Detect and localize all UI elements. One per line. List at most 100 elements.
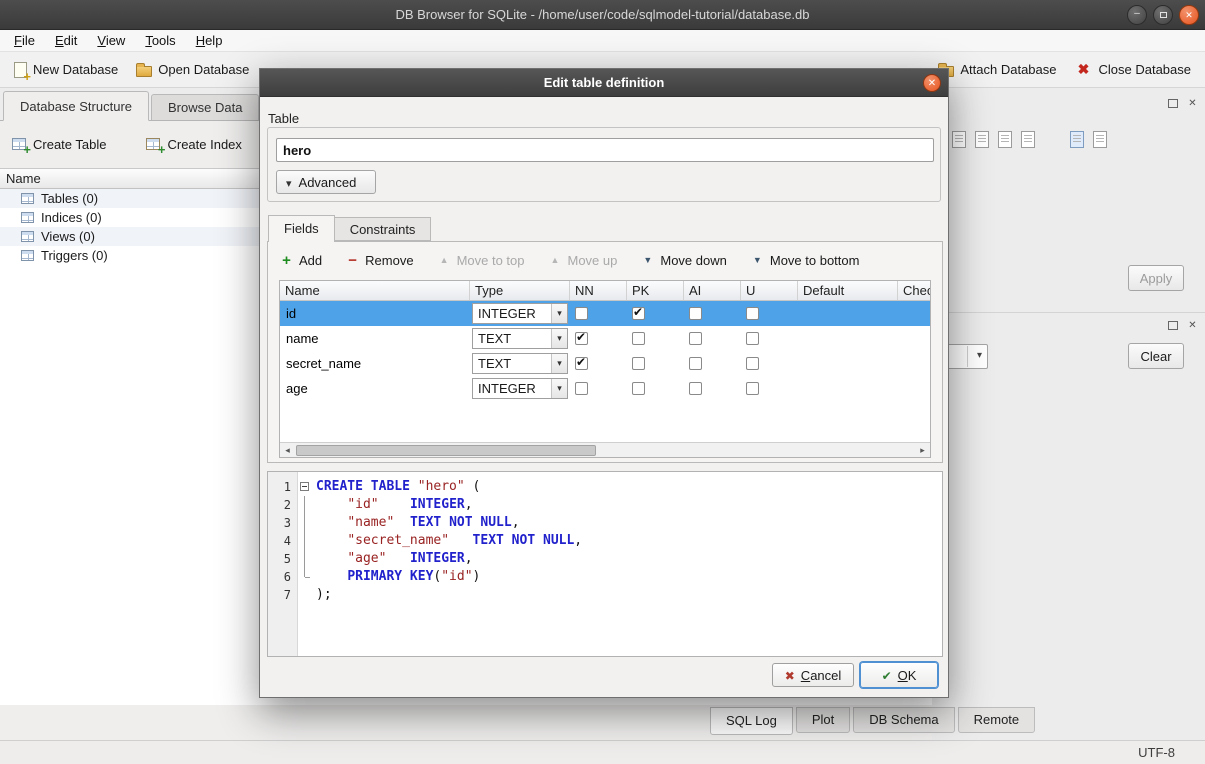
nn-checkbox[interactable] bbox=[575, 307, 588, 320]
type-combobox[interactable]: TEXT bbox=[472, 353, 568, 374]
new-database-label: New Database bbox=[33, 62, 118, 77]
fold-line bbox=[304, 550, 305, 568]
column-header-check[interactable]: Check bbox=[898, 281, 931, 300]
pk-checkbox[interactable] bbox=[632, 332, 645, 345]
window-controls bbox=[1127, 5, 1199, 25]
field-row-age[interactable]: ageINTEGER bbox=[280, 376, 931, 401]
tab-browse-data[interactable]: Browse Data bbox=[151, 94, 259, 120]
document-icon-1[interactable] bbox=[952, 131, 966, 148]
type-combobox[interactable]: TEXT bbox=[472, 328, 568, 349]
ai-checkbox[interactable] bbox=[689, 332, 702, 345]
bottom-tab-remote[interactable]: Remote bbox=[958, 707, 1036, 733]
document-icon-3[interactable] bbox=[998, 131, 1012, 148]
ok-button[interactable]: OK bbox=[860, 662, 938, 688]
dialog-tab-constraints[interactable]: Constraints bbox=[335, 217, 432, 241]
scroll-left-icon[interactable] bbox=[280, 444, 295, 457]
document-icon-blue[interactable] bbox=[1070, 131, 1084, 148]
ai-checkbox[interactable] bbox=[689, 382, 702, 395]
nn-checkbox[interactable] bbox=[575, 357, 588, 370]
close-database-button[interactable]: Close Database bbox=[1075, 61, 1192, 79]
maximize-button[interactable] bbox=[1153, 5, 1173, 25]
u-checkbox[interactable] bbox=[746, 307, 759, 320]
fold-collapse-icon[interactable] bbox=[300, 482, 309, 491]
type-combobox[interactable]: INTEGER bbox=[472, 378, 568, 399]
field-row-name[interactable]: nameTEXT bbox=[280, 326, 931, 351]
document-icon-5[interactable] bbox=[1093, 131, 1107, 148]
pk-checkbox[interactable] bbox=[632, 382, 645, 395]
pk-checkbox[interactable] bbox=[632, 307, 645, 320]
nn-checkbox[interactable] bbox=[575, 332, 588, 345]
dock2-float-icon[interactable] bbox=[1166, 319, 1179, 332]
ai-checkbox[interactable] bbox=[689, 357, 702, 370]
field-row-id[interactable]: idINTEGER bbox=[280, 301, 931, 326]
u-cell bbox=[741, 301, 798, 326]
sql-token bbox=[316, 551, 347, 566]
sql-token: CREATE TABLE bbox=[316, 479, 418, 494]
create-table-button[interactable]: Create Table bbox=[12, 137, 106, 152]
dock2-close-icon[interactable] bbox=[1186, 319, 1199, 332]
document-icon-2[interactable] bbox=[975, 131, 989, 148]
pk-cell bbox=[627, 326, 684, 351]
nn-cell bbox=[570, 351, 627, 376]
dialog-close-button[interactable] bbox=[923, 74, 941, 92]
add-label: Add bbox=[299, 253, 322, 268]
dialog-title: Edit table definition bbox=[260, 69, 948, 97]
close-window-button[interactable] bbox=[1179, 5, 1199, 25]
attach-database-button[interactable]: Attach Database bbox=[938, 62, 1056, 77]
column-header-default[interactable]: Default bbox=[798, 281, 898, 300]
remove-button[interactable]: Remove bbox=[346, 252, 413, 269]
column-header-u[interactable]: U bbox=[741, 281, 798, 300]
sql-line: 7); bbox=[268, 586, 942, 604]
field-row-secret-name[interactable]: secret_nameTEXT bbox=[280, 351, 931, 376]
sql-token: PRIMARY KEY bbox=[347, 569, 433, 584]
new-database-button[interactable]: New Database bbox=[14, 62, 118, 78]
column-header-pk[interactable]: PK bbox=[627, 281, 684, 300]
dialog-tab-fields[interactable]: Fields bbox=[268, 215, 335, 242]
create-index-button[interactable]: Create Index bbox=[146, 137, 241, 152]
bottom-tab-sql-log[interactable]: SQL Log bbox=[710, 707, 793, 735]
scroll-right-icon[interactable] bbox=[915, 444, 930, 457]
menu-item-tools[interactable]: Tools bbox=[135, 31, 185, 50]
menu-item-view[interactable]: View bbox=[87, 31, 135, 50]
add-button[interactable]: Add bbox=[280, 252, 322, 269]
u-checkbox[interactable] bbox=[746, 332, 759, 345]
bottom-tab-db-schema[interactable]: DB Schema bbox=[853, 707, 954, 733]
toolbar-left: New Database Open Database bbox=[14, 62, 249, 78]
pk-checkbox[interactable] bbox=[632, 357, 645, 370]
move-up-button[interactable]: Move up bbox=[549, 253, 618, 268]
u-checkbox[interactable] bbox=[746, 382, 759, 395]
cancel-button[interactable]: Cancel bbox=[772, 663, 854, 687]
type-combobox[interactable]: INTEGER bbox=[472, 303, 568, 324]
move-to-top-button[interactable]: Move to top bbox=[438, 253, 525, 268]
move-to-bottom-button[interactable]: Move to bottom bbox=[751, 253, 860, 268]
fold-line bbox=[304, 514, 305, 532]
document-icon-4[interactable] bbox=[1021, 131, 1035, 148]
apply-button[interactable]: Apply bbox=[1128, 265, 1184, 291]
sql-token: , bbox=[465, 551, 473, 566]
bottom-tab-plot[interactable]: Plot bbox=[796, 707, 850, 733]
sql-token: "hero" bbox=[418, 479, 465, 494]
column-header-name[interactable]: Name bbox=[280, 281, 470, 300]
dock1-close-icon[interactable] bbox=[1186, 97, 1199, 110]
fields-grid: NameTypeNNPKAIUDefaultCheck idINTEGERnam… bbox=[279, 280, 931, 458]
menu-item-file[interactable]: File bbox=[4, 31, 45, 50]
table-name-input[interactable] bbox=[276, 138, 934, 162]
remove-icon bbox=[346, 252, 359, 269]
column-header-type[interactable]: Type bbox=[470, 281, 570, 300]
u-checkbox[interactable] bbox=[746, 357, 759, 370]
advanced-button[interactable]: Advanced bbox=[276, 170, 376, 194]
scroll-handle[interactable] bbox=[296, 445, 596, 456]
move-down-button[interactable]: Move down bbox=[641, 253, 726, 268]
minimize-button[interactable] bbox=[1127, 5, 1147, 25]
menu-item-help[interactable]: Help bbox=[186, 31, 233, 50]
column-header-nn[interactable]: NN bbox=[570, 281, 627, 300]
h-scrollbar[interactable] bbox=[280, 442, 930, 457]
menu-item-edit[interactable]: Edit bbox=[45, 31, 87, 50]
tab-database-structure[interactable]: Database Structure bbox=[3, 91, 149, 121]
column-header-ai[interactable]: AI bbox=[684, 281, 741, 300]
open-database-button[interactable]: Open Database bbox=[136, 62, 249, 77]
ai-checkbox[interactable] bbox=[689, 307, 702, 320]
dock1-float-icon[interactable] bbox=[1166, 97, 1179, 110]
clear-button[interactable]: Clear bbox=[1128, 343, 1184, 369]
nn-checkbox[interactable] bbox=[575, 382, 588, 395]
